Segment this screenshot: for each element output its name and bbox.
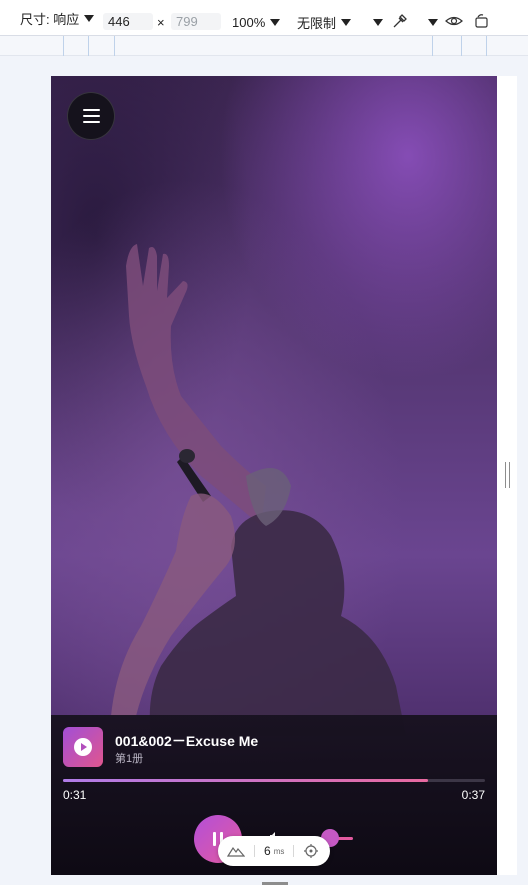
ruler-mark [88, 36, 89, 56]
eyedropper-dropdown[interactable] [423, 13, 438, 31]
current-time: 0:31 [63, 788, 87, 802]
width-input[interactable]: 446 [103, 13, 153, 30]
times-sign: × [157, 14, 165, 30]
track-subtitle: 第1册 [115, 753, 144, 765]
height-input[interactable]: 799 [171, 13, 221, 30]
ruler-mark [486, 36, 487, 56]
perf-unit: ms [273, 846, 285, 856]
menu-line [82, 109, 100, 111]
eye-icon[interactable] [445, 14, 463, 28]
menu-line [82, 121, 100, 123]
zoom-label: 100% [232, 14, 266, 30]
size-label: 尺寸: 响应 [20, 11, 80, 27]
duration: 0:37 [461, 788, 485, 802]
perf-badge: 6 ms [218, 836, 330, 866]
ruler-mark [461, 36, 462, 56]
ruler-mark [114, 36, 115, 56]
device-viewport: 001&002－Excuse Me 第1册 0:31 0:37 [51, 76, 497, 875]
more-dropdown[interactable] [368, 13, 383, 31]
progress-fill [63, 779, 429, 782]
ruler-mark [63, 36, 64, 56]
chevron-down-icon [84, 14, 95, 22]
eyedropper-icon[interactable] [391, 12, 409, 30]
resize-handle-right[interactable] [505, 462, 510, 488]
media-query-ruler [0, 36, 528, 56]
zoom-dropdown[interactable]: 100% [232, 13, 281, 31]
chevron-down-icon [373, 18, 383, 26]
divider [293, 845, 295, 857]
perf-value: 6 [264, 844, 271, 858]
album-thumbnail[interactable] [63, 727, 103, 767]
progress-bar[interactable] [63, 779, 485, 782]
divider [254, 845, 255, 857]
crosshair-icon[interactable] [303, 843, 319, 859]
device-toolbar: 尺寸: 响应 446 × 799 100% 无限制 [0, 0, 528, 36]
ruler-mark [432, 36, 433, 56]
menu-button[interactable] [67, 92, 115, 140]
throttle-label: 无限制 [297, 15, 337, 31]
chevron-down-icon [341, 18, 352, 26]
throttle-dropdown[interactable]: 无限制 [297, 13, 352, 31]
chevron-down-icon [270, 18, 281, 26]
size-dropdown[interactable]: 尺寸: 响应 [20, 9, 95, 27]
track-title: 001&002－Excuse Me [115, 733, 259, 749]
pause-bar [213, 832, 216, 846]
chevron-down-icon [428, 18, 438, 26]
rotate-device-icon[interactable] [473, 12, 491, 30]
menu-line [82, 115, 100, 117]
mountain-icon[interactable] [227, 844, 245, 858]
play-circle-icon [74, 738, 92, 756]
